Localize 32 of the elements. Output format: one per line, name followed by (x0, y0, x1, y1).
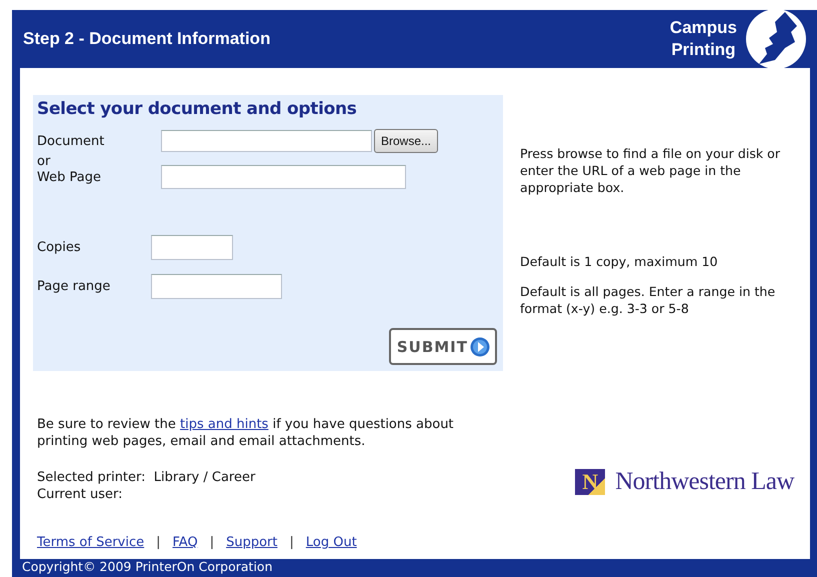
footer-link[interactable]: Log Out (306, 534, 357, 551)
logo-mark: N (575, 469, 606, 495)
browse-button[interactable]: Browse... (374, 129, 438, 153)
help-text: Default is 1 copy, maximum 10 (520, 253, 719, 270)
link-separator: | (210, 534, 214, 551)
help-text: Press browse to find a file on your disk or enter the URL of a web page in the appropriate box. (520, 145, 782, 196)
web-page-field[interactable] (161, 165, 406, 189)
link-separator: | (289, 534, 294, 551)
field-label: Page range (37, 279, 112, 294)
arrow-icon (470, 336, 490, 356)
field-label: Copies (37, 240, 82, 255)
footer-link[interactable]: Terms of Service (37, 534, 144, 551)
page-range-field[interactable] (151, 274, 282, 299)
document-field[interactable] (161, 130, 372, 152)
copyright-text: Copyright© 2009 PrinterOn Corporation (21, 559, 272, 574)
printer-info: Selected printer: Library / Career (37, 469, 256, 486)
user-label: Current user: (37, 486, 122, 503)
footer-link[interactable]: FAQ (172, 534, 198, 551)
form-heading: Select your document and options (37, 99, 358, 119)
field-label: Document (37, 134, 106, 148)
logo-name: Northwestern Law (615, 468, 794, 496)
page-title: Step 2 - Document Information (23, 29, 270, 49)
field-label: Web Page (37, 170, 102, 184)
separator-text: or (37, 153, 50, 171)
link-separator: | (156, 534, 161, 551)
footer-link[interactable]: Support (226, 534, 278, 551)
notice-text: Be sure to review the tips and hints if you have questions about printing web pages, email and email attachments. (37, 416, 455, 450)
brand-name: Campus Printing (670, 17, 737, 61)
copies-field[interactable] (151, 235, 233, 260)
tips-link[interactable]: tips and hints (180, 417, 268, 432)
submit-button[interactable]: SUBMIT (388, 328, 497, 365)
help-text: Default is all pages. Enter a range in the format (x-y) e.g. 3-3 or 5-8 (520, 283, 776, 317)
